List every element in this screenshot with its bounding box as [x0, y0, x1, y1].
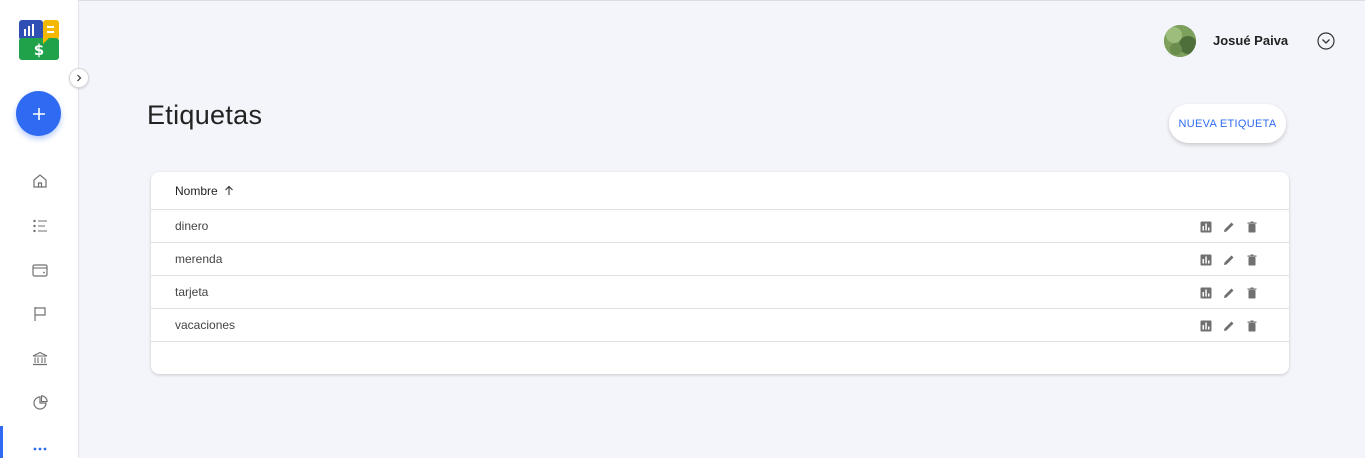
pencil-icon[interactable] [1222, 286, 1236, 300]
tag-name: tarjeta [175, 285, 209, 299]
sidebar-collapse-button[interactable] [69, 68, 89, 88]
table-row[interactable]: merenda [151, 243, 1289, 276]
tag-name: vacaciones [175, 318, 236, 332]
table-row[interactable]: tarjeta [151, 276, 1289, 309]
more-icon [33, 447, 46, 451]
user-name[interactable]: Josué Paiva [1213, 33, 1288, 48]
bar-chart-icon[interactable] [1199, 220, 1213, 234]
pencil-icon[interactable] [1222, 319, 1236, 333]
trash-icon[interactable] [1245, 319, 1259, 333]
home-icon [32, 174, 47, 188]
pencil-icon[interactable] [1222, 220, 1236, 234]
chevron-down-circle-icon [1317, 32, 1335, 50]
bank-icon [32, 351, 47, 366]
table-row[interactable]: dinero [151, 210, 1289, 243]
app-logo[interactable]: $ [19, 20, 59, 60]
add-transaction-button[interactable] [16, 91, 61, 136]
trash-icon[interactable] [1245, 253, 1259, 267]
new-tag-button[interactable]: NUEVA ETIQUETA [1169, 104, 1286, 143]
sidebar-item-transactions[interactable] [0, 211, 79, 241]
sidebar-item-home[interactable] [0, 166, 79, 196]
sidebar-item-more[interactable] [0, 426, 79, 458]
tag-name: dinero [175, 219, 209, 233]
sidebar-item-goals[interactable] [0, 299, 79, 329]
sidebar-item-accounts[interactable] [0, 255, 79, 285]
chevron-right-icon [77, 74, 82, 82]
row-actions [1199, 276, 1259, 309]
row-actions [1199, 243, 1259, 276]
avatar[interactable] [1164, 25, 1196, 57]
tags-table: Nombre dinero merenda tarjeta vacaciones [151, 172, 1289, 374]
sidebar-item-banks[interactable] [0, 344, 79, 374]
sidebar-item-reports[interactable] [0, 388, 79, 418]
plus-icon [32, 107, 45, 120]
column-header-name[interactable]: Nombre [175, 184, 218, 198]
sidebar: $ [0, 0, 79, 458]
table-header: Nombre [151, 172, 1289, 210]
list-icon [32, 219, 47, 233]
arrow-up-icon[interactable] [224, 185, 234, 196]
row-actions [1199, 309, 1259, 342]
user-menu-button[interactable] [1317, 32, 1335, 50]
pencil-icon[interactable] [1222, 253, 1236, 267]
trash-icon[interactable] [1245, 286, 1259, 300]
table-row[interactable]: vacaciones [151, 309, 1289, 342]
tag-name: merenda [175, 252, 223, 266]
trash-icon[interactable] [1245, 220, 1259, 234]
bar-chart-icon[interactable] [1199, 319, 1213, 333]
svg-text:$: $ [34, 41, 44, 59]
bar-chart-icon[interactable] [1199, 286, 1213, 300]
top-border [0, 0, 1365, 1]
bar-chart-icon[interactable] [1199, 253, 1213, 267]
page-title: Etiquetas [147, 100, 263, 130]
row-actions [1199, 210, 1259, 243]
flag-icon [33, 307, 46, 321]
pie-chart-icon [32, 395, 48, 410]
wallet-icon [31, 264, 48, 277]
